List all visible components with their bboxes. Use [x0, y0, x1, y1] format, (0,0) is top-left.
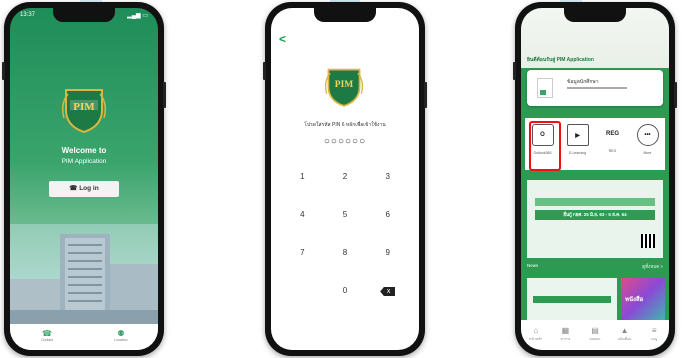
status-bar: 13:37 ▂▄▆ ▭: [20, 12, 148, 19]
volume-button: [513, 62, 516, 80]
crest-text: PIM: [73, 101, 95, 113]
see-all-link[interactable]: ดูทั้งหมด >: [642, 263, 663, 270]
highlight-box: [529, 121, 561, 171]
nav-label: แจ้งเตือน: [617, 337, 632, 341]
news-card[interactable]: หนังสือ: [621, 278, 665, 320]
delete-key[interactable]: x: [366, 284, 409, 298]
phone-pin: < PIM โปรดใส่รหัส PIN 6 หลักเพื่อเข้าใช้…: [263, 2, 427, 356]
qr-code-icon: [641, 234, 655, 248]
bell-icon: ▲: [620, 326, 629, 335]
pin-prompt: โปรดใส่รหัส PIN 6 หลักเพื่อเข้าใช้งาน: [304, 122, 386, 128]
banner-text: ยื่นกู้ กยศ. 25 มิ.ย. 63 - 5 ส.ค. 64: [563, 212, 627, 217]
crest-text: PIM: [335, 80, 354, 90]
card-title: ข้อมูลนักศึกษา: [567, 79, 599, 85]
menu-row: O Outlook365 ▶ E-Learning REG REG ••• Mo…: [525, 118, 665, 171]
nav-label: Location: [114, 338, 128, 342]
nav-contact[interactable]: ☎ Contact: [10, 324, 84, 350]
news-label: News: [527, 263, 539, 268]
welcome-screen: 13:37 ▂▄▆ ▭ PIM Welcome to PIM Applicati…: [10, 8, 158, 350]
nav-location[interactable]: ⚉ Location: [84, 324, 158, 350]
notch: [564, 8, 626, 22]
key-6[interactable]: 6: [366, 208, 409, 222]
key-2[interactable]: 2: [324, 170, 367, 184]
nav-label: ตาราง: [560, 337, 571, 341]
menu-more[interactable]: ••• More: [630, 118, 665, 170]
power-button: [674, 82, 677, 108]
nav-label: Contact: [40, 338, 54, 342]
notch: [314, 8, 376, 22]
card-subtitle-line: [567, 87, 627, 89]
bottom-nav: ⌂ หน้าหลัก ▦ ตาราง ▤ ผลสอบ ▲ แจ้งเตือน ≡…: [521, 320, 669, 350]
home-icon: ⌂: [533, 326, 539, 335]
location-pin-icon: ⚉: [117, 329, 125, 338]
nav-label: หน้าหลัก: [529, 337, 543, 341]
volume-button: [263, 62, 266, 80]
nav-label: เมนู: [651, 337, 658, 341]
home-screen: ยินดีต้อนรับสู่ PIM Application ข้อมูลนั…: [521, 8, 669, 350]
menu-icon: ≡: [651, 326, 657, 335]
document-icon: [537, 78, 553, 98]
power-button: [424, 82, 427, 108]
signal-icon: ▂▄▆ ▭: [127, 13, 148, 19]
menu-label: REG: [608, 149, 617, 153]
power-button: [163, 82, 166, 108]
pim-crest-logo: PIM: [61, 84, 107, 134]
menu-reg[interactable]: REG REG: [595, 118, 630, 170]
pin-screen: < PIM โปรดใส่รหัส PIN 6 หลักเพื่อเข้าใช้…: [271, 8, 419, 350]
news-header: News ดูทั้งหมด >: [525, 262, 665, 272]
welcome-subtitle: PIM Application: [61, 158, 107, 165]
welcome-title: Welcome to: [61, 146, 107, 155]
campus-building-image: [10, 224, 158, 324]
student-info-card[interactable]: ข้อมูลนักศึกษา: [527, 70, 663, 106]
nav-menu[interactable]: ≡ เมนู: [639, 320, 669, 350]
phone-icon: ☎: [42, 329, 52, 338]
phone-welcome: 13:37 ▂▄▆ ▭ PIM Welcome to PIM Applicati…: [2, 2, 166, 356]
bottom-nav: ☎ Contact ⚉ Location: [10, 324, 158, 350]
key-8[interactable]: 8: [324, 246, 367, 260]
phone-home: ยินดีต้อนรับสู่ PIM Application ข้อมูลนั…: [513, 2, 677, 356]
nav-schedule[interactable]: ▦ ตาราง: [551, 320, 581, 350]
backspace-icon: x: [380, 287, 396, 296]
nav-notifications[interactable]: ▲ แจ้งเตือน: [610, 320, 640, 350]
menu-label: More: [643, 151, 652, 155]
news-card-text: หนังสือ: [625, 297, 644, 303]
menu-elearning[interactable]: ▶ E-Learning: [560, 118, 595, 170]
pim-crest-logo: PIM: [324, 64, 364, 108]
news-card-stripe: [533, 296, 611, 303]
pin-dots: ○○○○○○: [323, 136, 367, 147]
book-icon: ▤: [591, 326, 599, 335]
calendar-icon: ▦: [561, 326, 570, 335]
back-icon[interactable]: <: [279, 32, 286, 46]
keypad: 1 2 3 4 5 6 7 8 9 0 x: [281, 170, 409, 298]
elearning-icon: ▶: [566, 124, 589, 146]
nav-label: ผลสอบ: [589, 337, 601, 341]
key-9[interactable]: 9: [366, 246, 409, 260]
key-0[interactable]: 0: [324, 284, 367, 298]
banner-stripe: [535, 198, 655, 206]
key-5[interactable]: 5: [324, 208, 367, 222]
more-icon: •••: [636, 124, 659, 146]
news-card[interactable]: [527, 278, 617, 320]
status-time: 13:37: [20, 12, 36, 18]
menu-label: E-Learning: [568, 151, 587, 155]
key-7[interactable]: 7: [281, 246, 324, 260]
home-title: ยินดีต้อนรับสู่ PIM Application: [527, 57, 594, 63]
key-1[interactable]: 1: [281, 170, 324, 184]
volume-button: [2, 62, 5, 80]
menu-outlook[interactable]: O Outlook365: [525, 118, 561, 171]
key-3[interactable]: 3: [366, 170, 409, 184]
nav-grades[interactable]: ▤ ผลสอบ: [580, 320, 610, 350]
login-button[interactable]: ☎ Log in: [49, 181, 119, 197]
key-empty: [281, 284, 324, 298]
nav-home[interactable]: ⌂ หน้าหลัก: [521, 320, 551, 350]
promo-banner[interactable]: ยื่นกู้ กยศ. 25 มิ.ย. 63 - 5 ส.ค. 64: [527, 180, 663, 258]
reg-icon: REG: [605, 131, 619, 137]
key-4[interactable]: 4: [281, 208, 324, 222]
